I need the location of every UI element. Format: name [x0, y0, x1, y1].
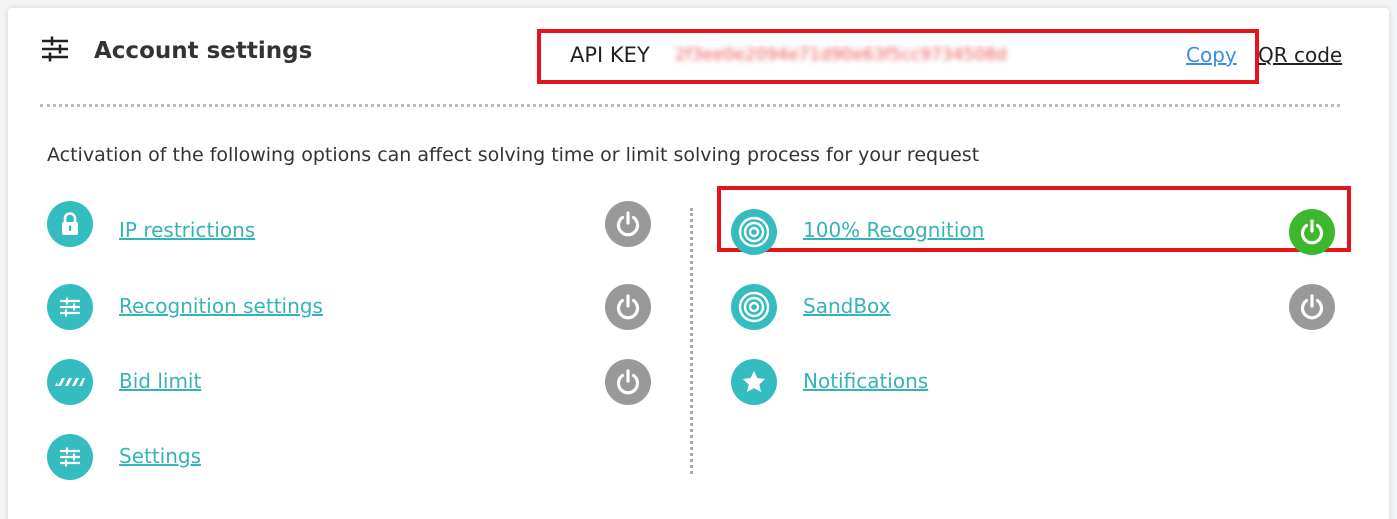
- sliders-icon: [47, 284, 93, 330]
- power-icon: [1300, 294, 1324, 320]
- sandbox-link[interactable]: SandBox: [803, 292, 891, 320]
- ip-restrictions-toggle[interactable]: [605, 201, 651, 247]
- star-icon: [731, 359, 777, 405]
- full-recognition-link[interactable]: 100% Recognition: [803, 216, 984, 244]
- copy-api-key-link[interactable]: Copy: [1186, 41, 1237, 69]
- account-settings-panel: [8, 8, 1389, 519]
- power-icon: [616, 369, 640, 395]
- page-title: Account settings: [94, 38, 313, 64]
- api-key-value[interactable]: 2f3ee0e2094e71d90e63f5cc9734508d: [675, 43, 1169, 67]
- recognition-settings-link[interactable]: Recognition settings: [119, 292, 323, 320]
- sliders-icon: [47, 434, 93, 480]
- target-icon: [731, 209, 777, 255]
- header-divider: [40, 104, 1340, 107]
- notifications-link[interactable]: Notifications: [803, 367, 928, 395]
- column-divider: [690, 208, 693, 474]
- settings-link[interactable]: Settings: [119, 442, 201, 470]
- power-icon: [616, 294, 640, 320]
- power-icon: [1300, 219, 1324, 245]
- recognition-settings-toggle[interactable]: [605, 284, 651, 330]
- sandbox-toggle[interactable]: [1289, 284, 1335, 330]
- bid-limit-link[interactable]: Bid limit: [119, 367, 201, 395]
- power-icon: [616, 211, 640, 237]
- qr-code-link[interactable]: QR code: [1258, 41, 1342, 69]
- api-key-label: API KEY: [570, 43, 650, 67]
- bid-limit-toggle[interactable]: [605, 359, 651, 405]
- bid-limit-icon: [47, 359, 93, 405]
- lock-icon: [47, 201, 93, 247]
- sliders-icon: [40, 34, 70, 64]
- full-recognition-toggle[interactable]: [1289, 209, 1335, 255]
- target-icon: [731, 284, 777, 330]
- options-description: Activation of the following options can …: [47, 144, 980, 166]
- ip-restrictions-link[interactable]: IP restrictions: [119, 216, 255, 244]
